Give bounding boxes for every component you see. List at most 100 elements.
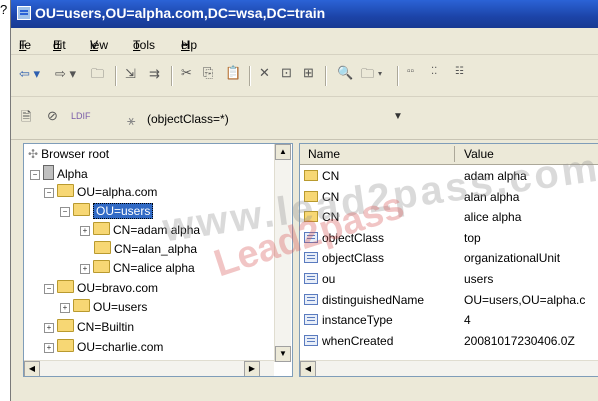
new-entry-icon[interactable]: 🗎: [21, 108, 31, 130]
property-value: OU=users,OU=alpha.c: [464, 292, 586, 307]
chevron-down-icon[interactable]: ▼: [393, 111, 403, 122]
browse-icon[interactable]: ⊘: [47, 108, 58, 124]
rename-icon[interactable]: ⊡: [281, 65, 292, 81]
tree-item-label: OU=bravo.com: [77, 281, 159, 295]
scroll-down-icon[interactable]: ▼: [275, 346, 291, 362]
tree-item-bravo-users[interactable]: + OU=users: [60, 299, 147, 314]
up-folder-icon[interactable]: 🗀: [91, 65, 104, 87]
scroll-left-icon[interactable]: ◀: [300, 361, 316, 376]
expand-icon[interactable]: +: [44, 323, 54, 333]
scroll-left-icon[interactable]: ◀: [24, 361, 40, 376]
tree-item-ou-charlie[interactable]: + OU=charlie.com: [44, 339, 163, 354]
tree-item-builtin[interactable]: + CN=Builtin: [44, 319, 134, 334]
folder-icon: [93, 260, 110, 273]
app-icon: [17, 6, 31, 20]
ldp-window: OU=users,OU=alpha.com,DC=wsa,DC=train Fi…: [10, 0, 598, 401]
property-name: objectClass: [322, 251, 385, 266]
tree-item-label: OU=users: [93, 300, 148, 314]
property-row[interactable]: distinguishedName OU=users,OU=alpha.c: [300, 290, 598, 310]
paste-icon[interactable]: 📋: [225, 65, 241, 81]
delete-icon[interactable]: ✕: [259, 65, 270, 81]
tree-item-root[interactable]: ✣ Browser root: [28, 147, 109, 161]
menu-help-rest: elp: [181, 38, 198, 52]
forward-arrow-icon[interactable]: ⇨ ▾: [55, 66, 76, 82]
window-title: OU=users,OU=alpha.com,DC=wsa,DC=train: [35, 5, 326, 21]
copy-to-icon[interactable]: ⇉: [149, 66, 160, 82]
folder-icon: [57, 339, 74, 352]
folder-icon: [57, 280, 74, 293]
collapse-icon[interactable]: −: [60, 207, 70, 217]
attribute-icon: [304, 314, 318, 326]
open-folder-icon: [73, 203, 90, 216]
expand-icon[interactable]: +: [80, 226, 90, 236]
tree-item-label: CN=Builtin: [77, 320, 135, 334]
property-value: 20081017230406.0Z: [464, 333, 575, 348]
properties-horizontal-scrollbar[interactable]: ◀: [300, 360, 598, 376]
property-row[interactable]: whenCreated 20081017230406.0Z: [300, 331, 598, 351]
property-value: users: [464, 272, 494, 286]
tree-item-label: OU=users: [93, 203, 154, 219]
server-icon: [43, 165, 54, 180]
expand-icon[interactable]: +: [80, 264, 90, 274]
copy-icon[interactable]: ⎘: [203, 65, 213, 81]
property-name: instanceType: [322, 313, 393, 328]
expand-icon[interactable]: +: [44, 343, 54, 353]
toolbar-separator: [115, 66, 116, 86]
list-view-icon[interactable]: ☷: [455, 66, 464, 77]
column-divider[interactable]: [454, 146, 455, 162]
property-row[interactable]: objectClass organizationalUnit: [300, 248, 598, 268]
tree-item-label: Browser root: [41, 147, 110, 161]
menu-bar: File Edit View Tools Help: [11, 28, 598, 55]
tree-item-ou-bravo[interactable]: − OU=bravo.com: [44, 280, 158, 295]
tree-item-ou-alpha[interactable]: − OU=alpha.com: [44, 184, 157, 199]
filter-icon: ⚹: [127, 112, 136, 128]
menu-edit-rest: dit: [53, 38, 66, 52]
collapse-icon[interactable]: −: [44, 284, 54, 294]
tree-item-server[interactable]: − Alpha: [30, 165, 88, 181]
column-header-value[interactable]: Value: [464, 147, 494, 161]
property-row[interactable]: instanceType 4: [300, 310, 598, 330]
move-icon[interactable]: ⇲: [125, 66, 136, 82]
tree-horizontal-scrollbar[interactable]: ◀ ▶: [24, 360, 274, 376]
filter-input[interactable]: (objectClass=*): [147, 112, 229, 126]
property-row[interactable]: ou users: [300, 269, 598, 289]
toolbar-separator: [171, 66, 172, 86]
column-header-name[interactable]: Name: [308, 147, 340, 161]
collapse-icon[interactable]: −: [30, 170, 40, 180]
large-icons-view-icon[interactable]: ▫▫: [407, 66, 414, 77]
small-icons-view-icon[interactable]: ⁚⁚: [431, 66, 437, 77]
folder-icon: [94, 241, 111, 254]
cut-icon[interactable]: ✂: [181, 65, 192, 81]
tree-item-label: CN=alice alpha: [113, 261, 195, 275]
new-folder-icon[interactable]: 🗀 ▾: [361, 65, 382, 87]
properties-icon[interactable]: ⊞: [303, 65, 314, 81]
property-name: CN: [322, 169, 340, 183]
property-value: 4: [464, 313, 471, 328]
property-value: organizationalUnit: [464, 251, 561, 266]
toolbar-separator: [325, 66, 326, 86]
folder-icon: [57, 184, 74, 197]
search-icon[interactable]: 🔍: [337, 65, 353, 81]
tree-item-ou-users-selected[interactable]: − OU=users: [60, 203, 154, 219]
property-name: ou: [322, 272, 336, 286]
main-toolbar: ⇦ ▾ ⇨ ▾ 🗀 ⇲ ⇉ ✂ ⎘ 📋 ✕ ⊡ ⊞ 🔍 🗀 ▾ ▫▫ ⁚⁚ ☷: [11, 56, 598, 97]
ldif-icon[interactable]: LDIF: [71, 111, 91, 121]
collapse-icon[interactable]: −: [44, 188, 54, 198]
filter-toolbar: 🗎 ⊘ LDIF: [11, 97, 598, 140]
expand-icon[interactable]: +: [60, 303, 70, 313]
menu-tools-rest: ools: [133, 38, 156, 52]
browser-root-icon: ✣: [28, 147, 39, 161]
folder-icon: [73, 299, 90, 312]
attribute-icon: [304, 293, 318, 305]
scroll-right-icon[interactable]: ▶: [244, 361, 260, 376]
toolbar-separator: [397, 66, 398, 86]
scroll-up-icon[interactable]: ▲: [275, 144, 291, 160]
back-arrow-icon[interactable]: ⇦ ▾: [19, 66, 40, 82]
tree-item-alice[interactable]: + CN=alice alpha: [80, 260, 195, 275]
menu-view-rest: iew: [90, 38, 109, 52]
toolbar-separator: [249, 66, 250, 86]
property-name: whenCreated: [322, 333, 394, 348]
tree-item-label: Alpha: [57, 167, 88, 181]
title-bar[interactable]: OU=users,OU=alpha.com,DC=wsa,DC=train: [11, 0, 598, 28]
property-name: distinguishedName: [322, 292, 425, 307]
